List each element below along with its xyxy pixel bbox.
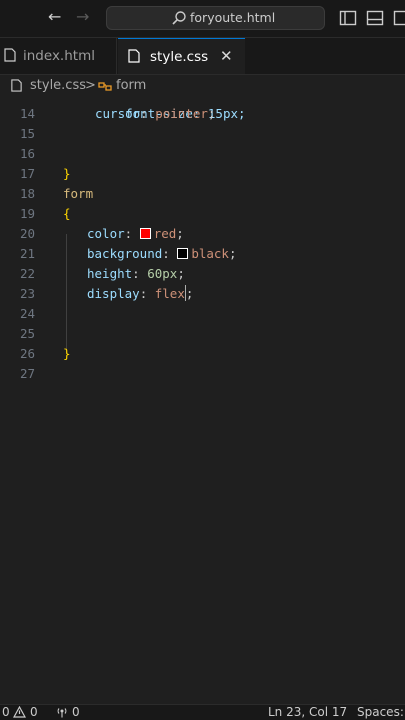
color-swatch-red[interactable] (139, 228, 151, 239)
line-number: 25 (19, 326, 35, 341)
color-swatch-black[interactable] (177, 248, 189, 259)
tab-index-html[interactable]: index.html (0, 38, 117, 74)
toggle-secondary-sidebar-icon[interactable] (393, 9, 405, 27)
line-number: 23 (19, 286, 35, 301)
code-line: cursor: pointer; (95, 106, 216, 121)
text-cursor (184, 285, 186, 301)
line-number: 26 (19, 346, 35, 361)
code-line: display: flex; (87, 285, 194, 301)
command-center-search[interactable]: foryoute.html (106, 6, 325, 30)
code-line: background: black; (87, 246, 237, 261)
code-line: form (63, 186, 94, 201)
broadcast-icon (57, 708, 67, 718)
line-number: 22 (19, 266, 35, 281)
breadcrumb-symbol[interactable]: form (116, 75, 146, 97)
search-text: foryoute.html (190, 10, 276, 25)
code-line: { (63, 206, 71, 221)
toggle-sidebar-icon[interactable] (339, 9, 357, 27)
back-arrow-icon[interactable]: ← (48, 7, 61, 27)
line-number: 21 (19, 246, 35, 261)
line-number: 24 (19, 306, 35, 321)
forward-arrow-icon[interactable]: → (76, 7, 89, 27)
search-icon (172, 11, 186, 25)
line-number: 18 (19, 186, 35, 201)
toggle-panel-icon[interactable] (366, 9, 384, 27)
code-line: color: red; (87, 226, 184, 241)
breadcrumb-separator: > (85, 78, 96, 93)
warning-icon (13, 706, 26, 718)
tab-label: style.css (150, 49, 209, 65)
close-icon[interactable]: ✕ (220, 47, 233, 65)
breadcrumb: style.css > form (0, 75, 405, 97)
line-number: 16 (19, 146, 35, 161)
code-line: } (63, 346, 71, 361)
indentation[interactable]: Spaces: 4 (357, 705, 405, 720)
cursor-position[interactable]: Ln 23, Col 17 (268, 705, 347, 720)
tab-style-css[interactable]: style.css ✕ (118, 38, 245, 74)
breadcrumb-file[interactable]: style.css (30, 75, 86, 97)
indent-guide (66, 234, 67, 354)
line-number: 27 (19, 366, 35, 381)
file-icon (128, 49, 140, 63)
title-bar: ← → foryoute.html (0, 0, 405, 38)
line-number: 15 (19, 126, 35, 141)
file-icon (11, 79, 22, 92)
ports-count[interactable]: 0 (72, 705, 80, 720)
errors-count[interactable]: 0 (2, 705, 10, 720)
line-number: 19 (19, 206, 35, 221)
status-bar: 0 0 0 Ln 23, Col 17 Spaces: 4 (0, 704, 405, 720)
code-editor[interactable]: font-size: 15px; 14 15 16 17 18 19 20 21… (0, 98, 405, 704)
code-line: } (63, 166, 71, 181)
file-icon (4, 48, 16, 62)
line-number: 20 (19, 226, 35, 241)
symbol-class-icon (98, 82, 112, 91)
code-line: height: 60px; (87, 266, 185, 281)
warnings-count[interactable]: 0 (30, 705, 38, 720)
editor-tab-bar: index.html style.css ✕ (0, 38, 405, 75)
line-number: 17 (19, 166, 35, 181)
tab-label: index.html (23, 48, 95, 64)
line-number: 14 (19, 106, 35, 121)
